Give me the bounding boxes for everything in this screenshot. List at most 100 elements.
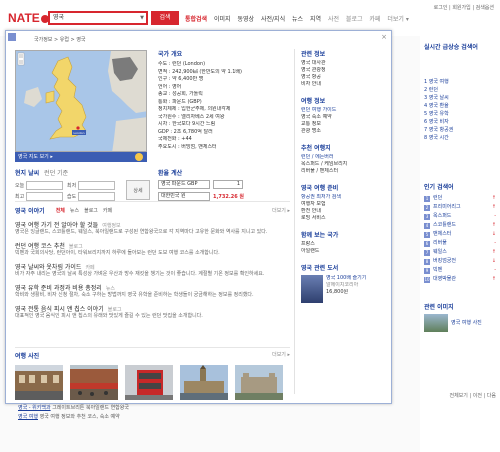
rank-label: 맨체스터 — [433, 231, 452, 237]
result-item[interactable]: 영국 - 위키백과 그레이트브리튼 북아일랜드 연합왕국 — [18, 404, 398, 413]
rail-rank-row[interactable]: 8 버킹엄궁전 ↓ — [424, 257, 496, 266]
map-caption-bar[interactable]: 영국 지도 보기 ▸ — [15, 152, 147, 162]
tab-dictionary[interactable]: 사전/지식 — [261, 16, 285, 23]
weather-sun-icon — [135, 153, 143, 161]
side-link[interactable]: 비자 안내 — [301, 81, 385, 88]
rail-rank-row[interactable]: 1 런던 ↑ — [424, 194, 496, 203]
currency-from-select[interactable]: 영국 파운드 GBP — [158, 180, 210, 189]
rail-rank-row[interactable]: 2 프리미어리그 ↑ — [424, 203, 496, 212]
tab-news-news[interactable]: 뉴스 — [70, 207, 79, 214]
uk-map[interactable]: London — [15, 50, 147, 152]
london-street-photo[interactable] — [15, 365, 63, 400]
rail-rank-row[interactable]: 6 리버풀 - — [424, 239, 496, 248]
side-title: 영국 여행 준비 — [301, 185, 339, 192]
tab-video[interactable]: 동영상 — [238, 16, 255, 23]
side-link[interactable]: 런던 / 에든버러 — [301, 154, 385, 161]
side-link[interactable]: 영국 항공 — [301, 74, 385, 81]
result-link[interactable]: 영국 여행 — [18, 414, 38, 420]
book-item[interactable]: 영국 100배 즐기기 알에이치코리아 16,800원 — [301, 275, 385, 303]
tab-all[interactable]: 통합검색 — [185, 16, 207, 23]
tab-news-all[interactable]: 전체 — [56, 207, 65, 214]
rail-rank-row[interactable]: 3 옥스퍼드 - — [424, 212, 496, 221]
news-item[interactable]: 영국 유학 준비 과정과 비용 총정리 뉴스 학비와 생활비, 비자 신청 절차,… — [15, 283, 290, 299]
rail-rank-row[interactable]: 5 맨체스터 ↓ — [424, 230, 496, 239]
double-decker-bus-photo[interactable] — [125, 365, 173, 400]
side-link[interactable]: 런던 여행 가이드 — [301, 107, 385, 114]
rail-rank-row[interactable]: 9 빅벤 - — [424, 266, 496, 275]
side-link[interactable]: 옥스퍼드 / 케임브리지 — [301, 161, 385, 168]
news-headline[interactable]: 영국 날씨와 옷차림 가이드 카페 — [15, 262, 290, 271]
rail-link[interactable]: 3 영국 날씨 — [424, 94, 496, 102]
side-link[interactable]: 여행자 보험 — [301, 201, 385, 208]
travel-photos: 여행 사진 더보기 ▸ — [15, 351, 290, 400]
tower-photo[interactable] — [235, 365, 283, 400]
tab-news[interactable]: 뉴스 — [292, 16, 303, 23]
news-snippet: 비가 자주 내리는 영국의 날씨 특성상 가벼운 우산과 방수 재킷을 챙기는 … — [15, 271, 265, 277]
side-link[interactable]: 교통 정보 — [301, 121, 385, 128]
side-link[interactable]: 영국 숙소 예약 — [301, 114, 385, 121]
side-link[interactable]: 환전 안내 — [301, 208, 385, 215]
rail-rank-row[interactable]: 7 웨일스 ↑ — [424, 248, 496, 257]
tab-local[interactable]: 지역 — [310, 16, 321, 23]
side-link[interactable]: 아일랜드 — [301, 248, 385, 255]
tab-blog[interactable]: 블로그 — [346, 16, 363, 23]
result-item[interactable]: 영국 여행 영국 여행 정보와 추천 코스, 숙소 예약 — [18, 413, 398, 422]
news-headline[interactable]: 영국 여행 가기 전 알아야 할 것들 여행정보 — [15, 220, 290, 229]
side-link[interactable]: 리버풀 / 맨체스터 — [301, 168, 385, 175]
news-more-link[interactable]: 더보기 ▸ — [272, 207, 290, 214]
rail-link[interactable]: 8 영국 시간 — [424, 134, 496, 142]
search-button[interactable]: 검색 — [151, 11, 179, 25]
book-title[interactable]: 영국 100배 즐기기 — [326, 275, 366, 282]
news-item[interactable]: 영국 전통 음식 피시 앤 칩스 이야기 블로그 대표적인 영국 음식인 피시 앤… — [15, 304, 290, 320]
rail-link[interactable]: 7 영국 항공권 — [424, 126, 496, 134]
rail-image-item[interactable]: 영국 여행 사진 — [424, 314, 496, 332]
exchange-to-row: 대한민국 원 1,732.26 원 — [158, 192, 286, 201]
news-item[interactable]: 런던 여행 코스 추천 블로그 빅벤과 국회의사당, 런던아이, 타워브리지까지 … — [15, 241, 290, 257]
tab-dict[interactable]: 사전 — [328, 16, 339, 23]
tab-image[interactable]: 이미지 — [214, 16, 231, 23]
top-links[interactable]: 로그인 | 회원가입 | 검색옵션 — [434, 4, 494, 11]
tab-news-cafe[interactable]: 카페 — [103, 207, 112, 214]
side-section: 영국 관련 도서 영국 100배 즐기기 알에이치코리아 16,800원 — [301, 263, 385, 303]
weather-label: 습도 — [67, 194, 77, 200]
search-input[interactable]: 영국 ▼ — [48, 11, 148, 25]
tab-cafe[interactable]: 카페 — [369, 16, 380, 23]
amount-input[interactable]: 1 — [213, 180, 243, 189]
side-link[interactable]: 로밍 서비스 — [301, 215, 385, 222]
news-headline[interactable]: 런던 여행 코스 추천 블로그 — [15, 241, 290, 250]
market-photo[interactable] — [70, 365, 118, 400]
rail-rank-row[interactable]: 10 대영박물관 ↑ — [424, 275, 496, 284]
weather-value — [26, 192, 63, 201]
close-icon[interactable]: × — [381, 33, 387, 41]
rail-link[interactable]: 5 영국 유학 — [424, 110, 496, 118]
photos-more-link[interactable]: 더보기 ▸ — [272, 351, 290, 358]
tab-more[interactable]: 더보기 ▾ — [387, 16, 408, 23]
news-headline[interactable]: 영국 전통 음식 피시 앤 칩스 이야기 블로그 — [15, 304, 290, 313]
breadcrumb: 국가정보 > 유럽 > 영국 — [34, 37, 86, 43]
rank-label: 웨일스 — [433, 249, 447, 255]
nate-logo[interactable]: NATE — [8, 11, 49, 25]
chevron-down-icon[interactable]: ▼ — [140, 13, 144, 23]
side-link[interactable]: 영국 관광청 — [301, 67, 385, 74]
rail-link[interactable]: 2 런던 — [424, 86, 496, 94]
rail-link[interactable]: 1 영국 여행 — [424, 78, 496, 86]
side-link[interactable]: 항공권 최저가 검색 — [301, 194, 385, 201]
rail-pager[interactable]: 전체보기 | 이전 | 다음 — [449, 393, 496, 399]
rail-link[interactable]: 4 영국 환율 — [424, 102, 496, 110]
westminster-photo[interactable] — [180, 365, 228, 400]
side-link[interactable]: 프랑스 — [301, 241, 385, 248]
news-headline[interactable]: 영국 유학 준비 과정과 비용 총정리 뉴스 — [15, 283, 290, 292]
rail-link[interactable]: 6 영국 비자 — [424, 118, 496, 126]
fact-row: 국가원수 : 엘리자베스 2세 여왕 — [158, 113, 225, 120]
rank-badge: 1 — [424, 195, 430, 202]
side-link[interactable]: 관광 명소 — [301, 128, 385, 135]
currency-to-select[interactable]: 대한민국 원 — [158, 192, 210, 201]
rail-rank-row[interactable]: 4 스코틀랜드 ↑ — [424, 221, 496, 230]
side-link[interactable]: 영국 대사관 — [301, 60, 385, 67]
result-link[interactable]: 영국 - 위키백과 — [18, 405, 51, 411]
weather-detail-button[interactable]: 상세 — [126, 180, 150, 200]
news-item[interactable]: 영국 날씨와 옷차림 가이드 카페 비가 자주 내리는 영국의 날씨 특성상 가벼… — [15, 262, 290, 278]
result-snippet: 영국 여행 정보와 추천 코스, 숙소 예약 — [39, 414, 120, 420]
news-item[interactable]: 영국 여행 가기 전 알아야 할 것들 여행정보 영국은 잉글랜드, 스코틀랜드,… — [15, 220, 290, 236]
tab-news-blog[interactable]: 블로그 — [84, 207, 98, 214]
